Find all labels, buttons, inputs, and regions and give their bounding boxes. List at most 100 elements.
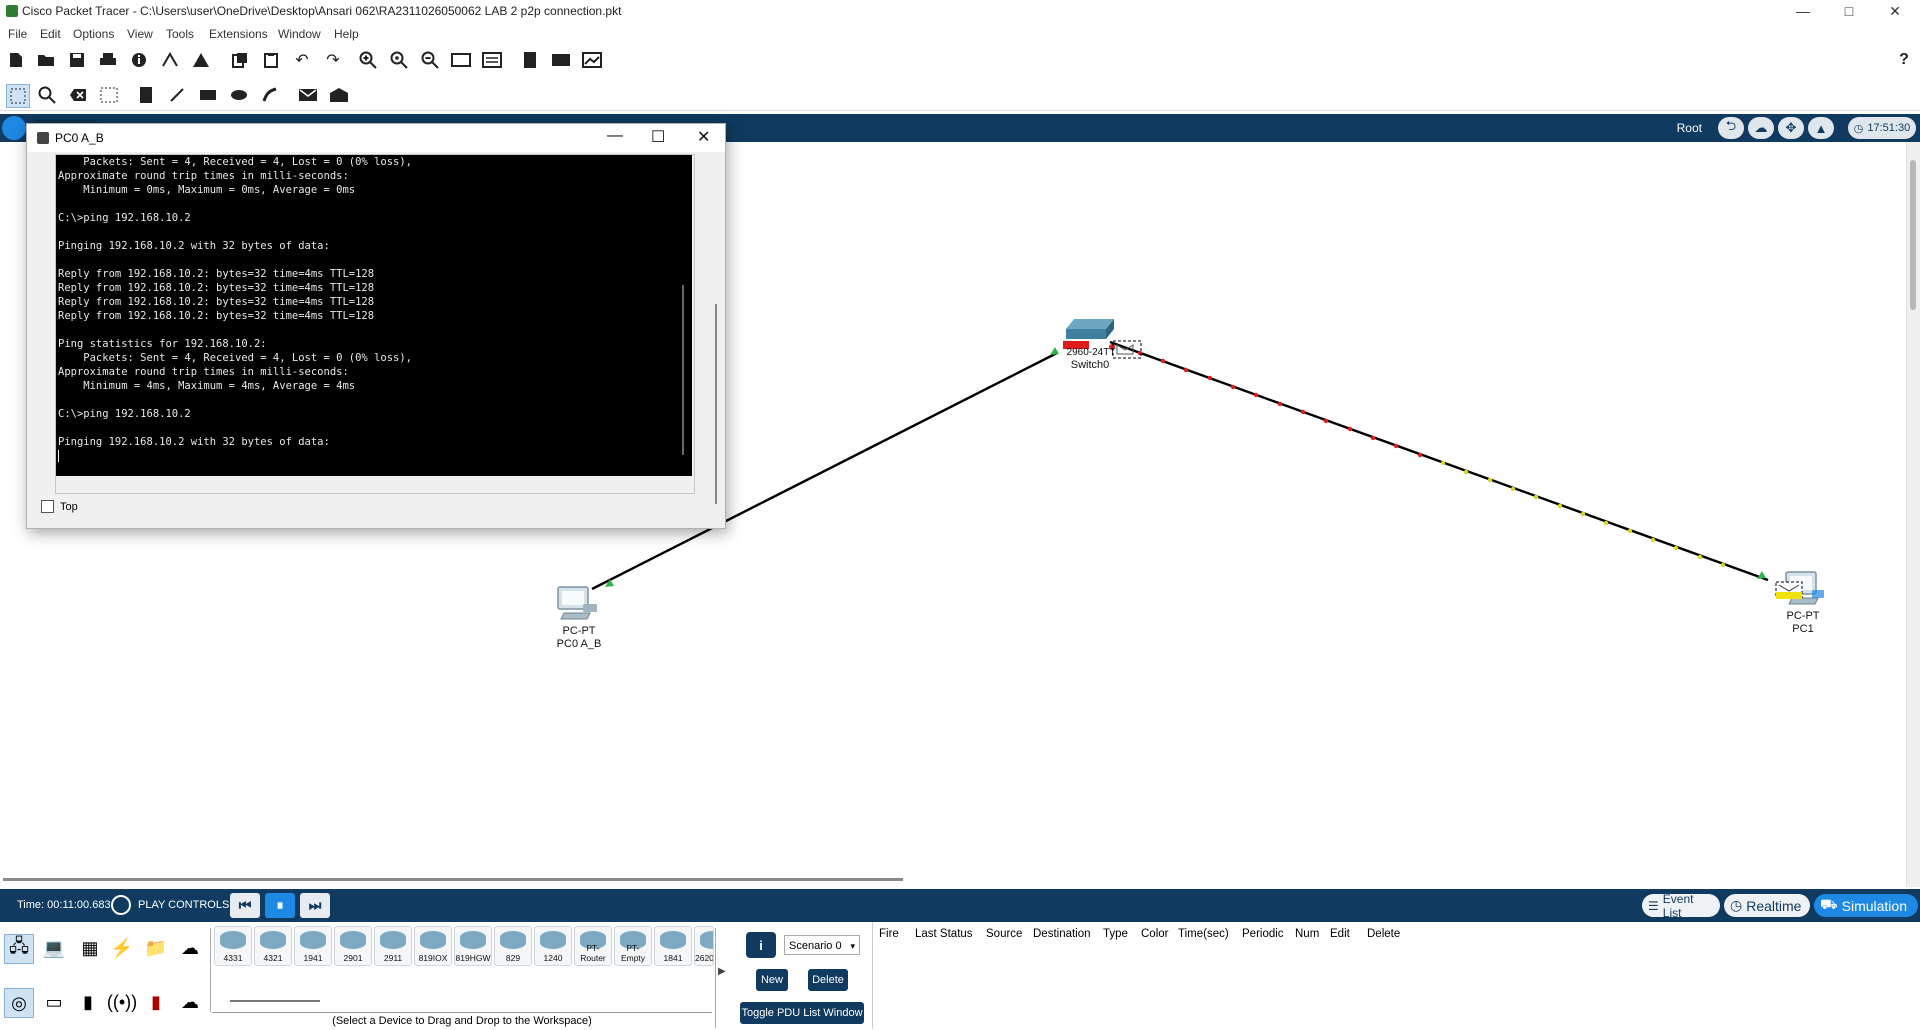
- menu-extensions[interactable]: Extensions: [209, 27, 268, 41]
- forward-step-button[interactable]: ⏭: [300, 893, 330, 918]
- expand-arrow-icon[interactable]: ▶: [718, 966, 726, 977]
- power-cycle-icon[interactable]: [111, 895, 131, 915]
- connections-category-icon[interactable]: ⚡: [108, 934, 136, 962]
- pc0-window-titlebar[interactable]: PC0 A_B — ☐ ✕: [27, 124, 725, 152]
- wan-emulation-subcategory-icon[interactable]: ☁: [176, 988, 204, 1016]
- miscellaneous-category-icon[interactable]: 📁: [142, 934, 170, 962]
- device-model-2620[interactable]: 2620: [694, 926, 714, 966]
- logical-view-icon[interactable]: [2, 116, 26, 140]
- device-model-pt-empty[interactable]: PT-Empty: [614, 926, 652, 966]
- device-model-4321[interactable]: 4321: [254, 926, 292, 966]
- open-folder-icon[interactable]: [36, 50, 56, 70]
- scenario-info-button[interactable]: i: [746, 932, 776, 958]
- delete-scenario-button[interactable]: Delete: [808, 969, 848, 991]
- switches-subcategory-icon[interactable]: ▭: [40, 988, 68, 1016]
- new-file-icon[interactable]: [6, 50, 26, 70]
- simulation-button[interactable]: ⛟ Simulation: [1814, 894, 1918, 917]
- new-cluster-icon[interactable]: ☁: [1748, 117, 1774, 139]
- move-object-icon[interactable]: ✥: [1778, 117, 1804, 139]
- components-category-icon[interactable]: ▦: [76, 934, 104, 962]
- draw-rectangle-icon[interactable]: [198, 85, 218, 105]
- menu-tools[interactable]: Tools: [166, 27, 194, 41]
- custom-device-dialog-icon[interactable]: [482, 50, 502, 70]
- menu-options[interactable]: Options: [73, 27, 114, 41]
- select-tool-icon[interactable]: [6, 84, 30, 108]
- maximize-button[interactable]: □: [1826, 0, 1872, 24]
- close-button[interactable]: ✕: [1872, 0, 1918, 24]
- pc0-icon[interactable]: [557, 586, 597, 620]
- device-model-819iox[interactable]: 819IOX: [414, 926, 452, 966]
- help-icon[interactable]: ?: [1894, 50, 1914, 70]
- place-note-icon[interactable]: [136, 85, 156, 105]
- paste-icon[interactable]: [261, 50, 281, 70]
- menu-file[interactable]: File: [8, 27, 27, 41]
- device-model-1240[interactable]: 1240: [534, 926, 572, 966]
- set-background-icon[interactable]: ▲: [1808, 117, 1834, 139]
- zoom-out-icon[interactable]: [420, 50, 440, 70]
- device-model-1941[interactable]: 1941: [294, 926, 332, 966]
- scenario-select[interactable]: Scenario 0 ▾: [784, 935, 860, 955]
- copy-icon[interactable]: [230, 50, 250, 70]
- draw-line-icon[interactable]: [167, 85, 187, 105]
- menu-view[interactable]: View: [127, 27, 153, 41]
- zoom-in-icon[interactable]: [358, 50, 378, 70]
- save-icon[interactable]: [67, 50, 87, 70]
- print-icon[interactable]: [98, 50, 118, 70]
- menu-edit[interactable]: Edit: [40, 27, 61, 41]
- new-scenario-button[interactable]: New: [756, 969, 788, 991]
- device-model-1841[interactable]: 1841: [654, 926, 692, 966]
- workspace-vscrollbar[interactable]: [1906, 142, 1920, 887]
- security-subcategory-icon[interactable]: ▮: [142, 988, 170, 1016]
- terminal-output[interactable]: Packets: Sent = 4, Received = 4, Lost = …: [56, 155, 692, 476]
- multiuser-category-icon[interactable]: ☁: [176, 934, 204, 962]
- end-devices-category-icon[interactable]: 💻: [40, 934, 68, 962]
- pc0-maximize-button[interactable]: ☐: [651, 127, 665, 147]
- add-complex-pdu-icon[interactable]: [329, 85, 349, 105]
- device-model-2901[interactable]: 2901: [334, 926, 372, 966]
- undo-icon[interactable]: ↶: [292, 50, 312, 70]
- zoom-reset-icon[interactable]: [389, 50, 409, 70]
- pdu-envelope[interactable]: [1776, 592, 1802, 599]
- drawing-palette-icon[interactable]: [451, 50, 471, 70]
- pc0-minimize-button[interactable]: —: [607, 127, 623, 145]
- realtime-button[interactable]: ◷ Realtime: [1724, 894, 1810, 917]
- draw-ellipse-icon[interactable]: [229, 85, 249, 105]
- pc0-close-button[interactable]: ✕: [697, 127, 710, 147]
- toggle-pdu-list-button[interactable]: Toggle PDU List Window: [740, 1002, 864, 1024]
- back-icon[interactable]: ⮌: [1718, 117, 1744, 139]
- menu-help[interactable]: Help: [334, 27, 359, 41]
- top-checkbox[interactable]: Top: [41, 500, 78, 513]
- ipc-icon[interactable]: [582, 50, 602, 70]
- add-simple-pdu-icon[interactable]: [298, 85, 318, 105]
- back-step-button[interactable]: ⏮: [230, 893, 260, 918]
- activity-wizard-icon[interactable]: [191, 50, 211, 70]
- delete-tool-icon[interactable]: [68, 85, 88, 105]
- resize-shape-icon[interactable]: [99, 85, 119, 105]
- device-model-819hgw[interactable]: 819HGW: [454, 926, 492, 966]
- network-devices-category-icon[interactable]: 🖧: [4, 934, 34, 964]
- redo-icon[interactable]: ↷: [323, 50, 343, 70]
- network-wizard-icon[interactable]: [160, 50, 180, 70]
- minimize-button[interactable]: —: [1780, 0, 1826, 24]
- pc1-icon[interactable]: [1775, 571, 1824, 605]
- menu-window[interactable]: Window: [278, 27, 321, 41]
- workspace-hscrollbar[interactable]: [0, 873, 1906, 887]
- pc0-window-scrollbar[interactable]: [715, 304, 717, 504]
- terminal-scrollbar[interactable]: [680, 155, 690, 455]
- notes-icon[interactable]: [520, 50, 540, 70]
- hubs-subcategory-icon[interactable]: ▮: [74, 988, 102, 1016]
- inspect-icon[interactable]: [37, 85, 57, 105]
- pause-button[interactable]: ⏸: [265, 893, 295, 918]
- freeform-icon[interactable]: [260, 85, 280, 105]
- info-icon[interactable]: [129, 50, 149, 70]
- top-checkbox-box[interactable]: [41, 500, 54, 513]
- wireless-subcategory-icon[interactable]: ((•)): [107, 988, 137, 1016]
- device-model-829[interactable]: 829: [494, 926, 532, 966]
- pdu-palette-icon[interactable]: [551, 50, 571, 70]
- device-list-scrollbar[interactable]: [230, 1000, 320, 1002]
- device-model-4331[interactable]: 4331: [214, 926, 252, 966]
- routers-subcategory-icon[interactable]: ◎: [4, 988, 34, 1018]
- event-list-button[interactable]: ☰ Event List: [1642, 892, 1720, 920]
- device-model-2911[interactable]: 2911: [374, 926, 412, 966]
- device-model-pt-router[interactable]: PT-Router: [574, 926, 612, 966]
